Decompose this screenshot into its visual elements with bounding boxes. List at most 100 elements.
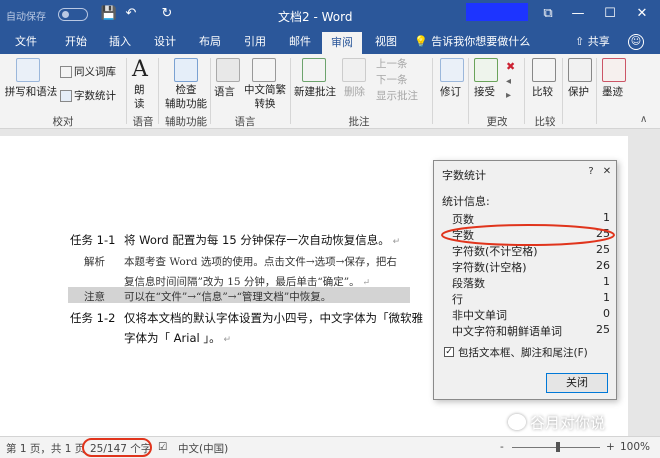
reject-icon[interactable]: ✖ [506, 60, 515, 73]
autosave-toggle[interactable] [58, 8, 88, 21]
group-divider [290, 58, 291, 124]
word-count-highlight-oval [441, 224, 615, 246]
task-1-1-label: 任务 1-1 [70, 233, 116, 247]
word-count-button[interactable]: 字数统计 [74, 90, 116, 103]
note-line: 注意 可以在“文件”→“信息”→“管理文档”中恢复。 [70, 289, 331, 304]
read-aloud-button-line2[interactable]: 读 [134, 98, 145, 111]
dialog-close-icon[interactable]: ✕ [600, 165, 614, 179]
zoom-slider-thumb[interactable] [556, 442, 560, 452]
check-accessibility-line1[interactable]: 检查 [170, 84, 202, 97]
delete-comment-button[interactable]: 删除 [344, 86, 365, 99]
zoom-in-button[interactable]: + [606, 441, 615, 453]
account-area[interactable] [466, 3, 528, 21]
tab-insert[interactable]: 插入 [100, 30, 140, 54]
next-change-icon[interactable]: ▸ [506, 90, 511, 101]
share-button[interactable]: ⇧ 共享 [575, 30, 610, 54]
dialog-title: 字数统计 [442, 169, 486, 182]
statistics-label: 统计信息: [442, 195, 490, 208]
autosave-label: 自动保存 [6, 12, 46, 23]
spelling-icon [16, 58, 40, 82]
word-count-highlight-oval [82, 438, 152, 457]
convert-chinese-icon [252, 58, 276, 82]
group-speech-label: 语音 [132, 116, 154, 128]
redo-icon[interactable]: ↻ [158, 5, 176, 23]
group-changes-label: 更改 [486, 116, 508, 128]
track-changes-button[interactable]: 修订 [440, 86, 461, 99]
task-1-2-line-1: 任务 1-2 仅将本文档的默认字体设置为小四号，中文字体为「微软雅 [70, 310, 423, 326]
new-comment-icon [302, 58, 326, 82]
language-button[interactable]: 语言 [214, 86, 235, 99]
group-accessibility-label: 辅助功能 [165, 116, 207, 128]
watermark-text: 谷月对你说 [530, 414, 606, 432]
proofing-status-icon[interactable]: ☑ [158, 441, 167, 453]
feedback-smiley-icon[interactable]: ☺ [628, 34, 644, 50]
check-accessibility-icon [174, 58, 198, 82]
group-divider [596, 58, 597, 124]
ink-button[interactable]: 墨迹 [602, 86, 623, 99]
protect-button[interactable]: 保护 [568, 86, 589, 99]
zoom-level[interactable]: 100% [620, 441, 650, 453]
stat-value: 1 [603, 275, 610, 288]
previous-comment-button[interactable]: 上一条 [376, 58, 408, 71]
window-title: 文档2 - Word [278, 10, 353, 24]
tab-references[interactable]: 引用 [235, 30, 275, 54]
include-textboxes-checkbox[interactable]: ✓ [444, 347, 454, 357]
task-1-1-text: 将 Word 配置为每 15 分钟保存一次自动恢复信息。 [124, 233, 390, 247]
previous-change-icon[interactable]: ◂ [506, 76, 511, 87]
tell-me-search[interactable]: 💡 告诉我你想要做什么 [414, 30, 530, 54]
stat-value: 25 [596, 323, 610, 336]
lightbulb-icon: 💡 [414, 35, 432, 48]
stat-value: 0 [603, 307, 610, 320]
zoom-out-button[interactable]: - [500, 441, 504, 453]
help-button[interactable]: ? [584, 165, 598, 179]
convert-chinese-line1[interactable]: 中文简繁 [242, 84, 288, 97]
page-count[interactable]: 第 1 页，共 1 页 [6, 441, 85, 456]
tab-view[interactable]: 视图 [366, 30, 406, 54]
language-status[interactable]: 中文(中国) [178, 441, 228, 456]
tab-review[interactable]: 审阅 [322, 32, 362, 54]
stat-label: 非中文单词 [452, 309, 507, 322]
stat-label: 字符数(计空格) [452, 261, 527, 274]
task-1-2-label: 任务 1-2 [70, 311, 116, 325]
dialog-close-button[interactable]: 关闭 [546, 373, 608, 393]
next-comment-button[interactable]: 下一条 [376, 74, 408, 87]
collapse-ribbon-icon[interactable]: ∧ [640, 114, 647, 125]
tab-home[interactable]: 开始 [56, 30, 96, 54]
minimize-button[interactable]: — [566, 4, 590, 24]
tab-layout[interactable]: 布局 [190, 30, 230, 54]
undo-icon[interactable]: ↶ [122, 5, 140, 23]
thesaurus-button[interactable]: 同义词库 [74, 66, 116, 79]
analysis-text-1: 本题考查 Word 选项的使用。点击文件→选项→保存，把右 [124, 256, 397, 268]
paragraph-mark: ↵ [359, 278, 371, 288]
save-icon[interactable]: 💾 [100, 5, 118, 23]
tab-design[interactable]: 设计 [145, 30, 185, 54]
new-comment-button[interactable]: 新建批注 [292, 86, 338, 99]
include-textboxes-label: 包括文本框、脚注和尾注(F) [458, 347, 588, 359]
stat-label: 行 [452, 293, 463, 306]
group-divider [158, 58, 159, 124]
group-divider [524, 58, 525, 124]
tab-file[interactable]: 文件 [8, 30, 44, 54]
word-count-dialog: 字数统计 ? ✕ 统计信息: 页数 1 字数 25 字符数(不计空格) 25 字符数(… [433, 160, 617, 400]
stat-label: 中文字符和朝鲜语单词 [452, 325, 562, 338]
word-window: 自动保存 💾 ↶ ↻ 文档2 - Word ⧉ — ☐ ✕ 文件 开始 插入 设… [0, 0, 660, 458]
maximize-button[interactable]: ☐ [598, 4, 622, 24]
thesaurus-icon [60, 66, 72, 78]
task-1-2-line-2: 字体为「 Arial 」。 ↵ [70, 330, 231, 346]
compare-button[interactable]: 比较 [532, 86, 553, 99]
ribbon-display-options-icon[interactable]: ⧉ [536, 4, 560, 24]
show-comments-button[interactable]: 显示批注 [376, 90, 418, 103]
check-accessibility-line2[interactable]: 辅助功能 [164, 98, 208, 111]
protect-icon [568, 58, 592, 82]
spelling-grammar-button[interactable]: 拼写和语法 [2, 86, 60, 99]
vertical-scrollbar[interactable] [640, 130, 660, 436]
group-proofing-label: 校对 [52, 116, 74, 128]
read-aloud-button-line1[interactable]: 朗 [134, 84, 145, 97]
tab-mailings[interactable]: 邮件 [280, 30, 320, 54]
convert-chinese-line2[interactable]: 转换 [242, 98, 288, 111]
accept-button[interactable]: 接受 [474, 86, 495, 99]
stat-row-non-chinese-words: 非中文单词 0 [452, 307, 610, 323]
group-divider [562, 58, 563, 124]
group-compare-label: 比较 [534, 116, 556, 128]
close-button[interactable]: ✕ [630, 4, 654, 24]
